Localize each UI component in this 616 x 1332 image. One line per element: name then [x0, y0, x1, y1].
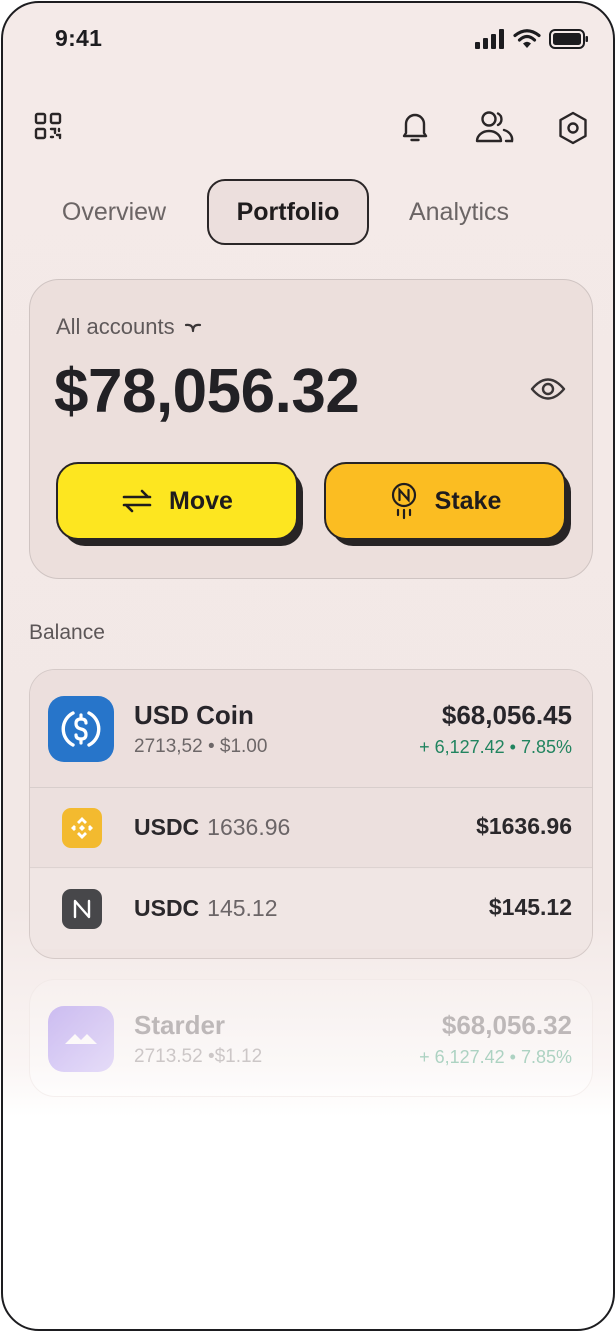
battery-icon: [549, 29, 588, 49]
sub-asset-amount: $145.12: [488, 894, 572, 920]
wifi-icon: [513, 29, 541, 48]
sub-asset-symbol: USDC: [134, 895, 200, 921]
account-selector-label: All accounts: [56, 314, 175, 339]
asset-amount: $68,056.32: [441, 1010, 572, 1040]
status-time: 9:41: [55, 25, 103, 51]
status-bar: 9:41: [3, 3, 613, 73]
sub-asset-quantity: 1636.96: [207, 814, 291, 840]
sub-asset-quantity: 145.12: [207, 895, 278, 921]
sub-asset-name: USDC 145.12: [134, 895, 278, 922]
signal-icon: [475, 29, 504, 49]
asset-change: + 6,127.42 • 7.85%: [419, 737, 572, 757]
bell-icon[interactable]: [397, 109, 433, 145]
tab-portfolio[interactable]: Portfolio: [207, 179, 369, 245]
tab-analytics[interactable]: Analytics: [381, 179, 537, 245]
asset-amount: $68,056.45: [441, 700, 572, 730]
sub-asset-symbol: USDC: [134, 814, 200, 840]
total-balance: $78,056.32: [54, 357, 360, 426]
swap-arrows-icon: [122, 489, 152, 513]
asset-row-usd-coin[interactable]: USD Coin 2713,52 • $1.00 $68,056.45 + 6,…: [30, 670, 592, 788]
hexagon-settings-icon[interactable]: [555, 109, 591, 147]
sub-asset-amount: $1636.96: [476, 813, 572, 839]
asset-change: + 6,127.42 • 7.85%: [419, 1047, 572, 1067]
move-button-label: Move: [169, 486, 233, 515]
users-icon[interactable]: [473, 107, 517, 147]
sub-asset-row-near[interactable]: USDC 145.12 $145.12: [30, 869, 592, 949]
binance-logo-icon: [62, 808, 102, 848]
tab-overview[interactable]: Overview: [29, 179, 199, 245]
asset-name: USD Coin: [134, 700, 254, 730]
account-selector[interactable]: All accounts: [56, 314, 203, 340]
asset-meta: 2713.52 •$1.12: [134, 1046, 263, 1067]
qr-code-icon[interactable]: [31, 109, 65, 143]
sub-asset-name: USDC 1636.96: [134, 814, 290, 841]
tab-bar: Overview Portfolio Analytics: [29, 179, 589, 245]
stake-button-label: Stake: [434, 486, 502, 515]
asset-row-starder[interactable]: Starder 2713.52 •$1.12 $68,056.32 + 6,12…: [29, 979, 593, 1097]
move-button-wrap: Move: [56, 462, 303, 548]
stake-button[interactable]: Stake: [324, 462, 566, 540]
balance-section-label: Balance: [29, 621, 105, 644]
sub-asset-row-binance[interactable]: USDC 1636.96 $1636.96: [30, 788, 592, 868]
eye-icon[interactable]: [530, 376, 566, 407]
starder-logo-icon: [48, 1006, 114, 1072]
balance-list: USD Coin 2713,52 • $1.00 $68,056.45 + 6,…: [29, 669, 593, 959]
status-icons: [475, 29, 589, 49]
near-logo-icon: [62, 889, 102, 929]
chevron-down-icon: [184, 323, 201, 333]
usd-coin-logo-icon: [48, 696, 114, 762]
move-button[interactable]: Move: [56, 462, 298, 540]
stake-button-wrap: Stake: [324, 462, 571, 548]
asset-meta: 2713,52 • $1.00: [134, 736, 268, 757]
asset-name: Starder: [134, 1010, 226, 1040]
phone-frame: 9:41 Overview Portfolio Analytics All ac…: [1, 1, 615, 1331]
stake-coin-icon: [391, 482, 416, 520]
portfolio-summary-card: All accounts $78,056.32 Move Stake: [29, 279, 593, 579]
